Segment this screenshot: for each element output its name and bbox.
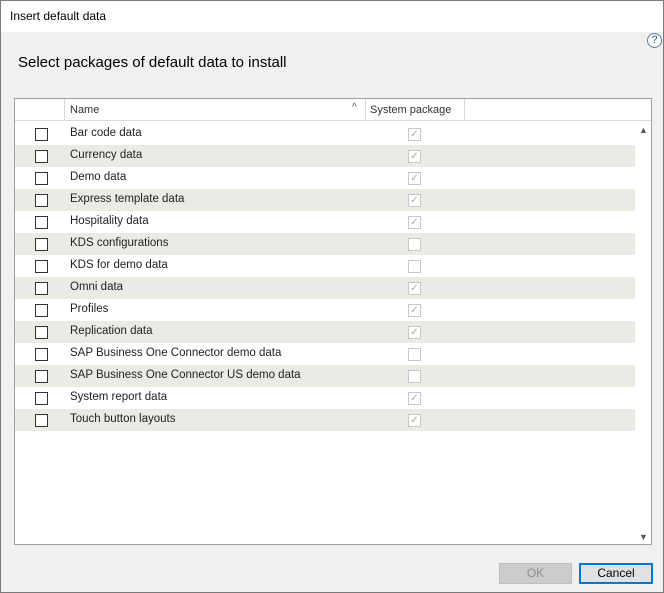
package-name: Hospitality data — [70, 215, 149, 227]
select-checkbox[interactable] — [35, 414, 48, 427]
dialog-header: Select packages of default data to insta… — [1, 32, 663, 93]
select-checkbox[interactable] — [35, 238, 48, 251]
select-checkbox[interactable] — [35, 392, 48, 405]
package-name: System report data — [70, 391, 168, 403]
package-name: Bar code data — [70, 127, 142, 139]
select-checkbox[interactable] — [35, 326, 48, 339]
package-name: Demo data — [70, 171, 127, 183]
select-checkbox[interactable] — [35, 348, 48, 361]
table-row[interactable]: SAP Business One Connector US demo data — [15, 365, 635, 387]
package-name: Express template data — [70, 193, 185, 205]
system-package-checkbox: ✓ — [408, 304, 421, 317]
vertical-scrollbar[interactable]: ▲ ▼ — [636, 123, 651, 544]
scroll-down-icon[interactable]: ▼ — [639, 532, 648, 542]
table-row[interactable]: Hospitality data ✓ — [15, 211, 635, 233]
table-row[interactable]: Demo data ✓ — [15, 167, 635, 189]
system-package-checkbox: ✓ — [408, 282, 421, 295]
package-name: Touch button layouts — [70, 413, 176, 425]
dialog-window: Insert default data Select packages of d… — [0, 0, 664, 593]
system-package-checkbox: ✓ — [408, 414, 421, 427]
grid-rows: Bar code data ✓ Currency data ✓ Demo data ✓ Ex… — [15, 123, 635, 431]
table-row[interactable]: SAP Business One Connector demo data — [15, 343, 635, 365]
system-package-checkbox: ✓ — [408, 326, 421, 339]
package-name: SAP Business One Connector demo data — [70, 347, 282, 359]
system-package-checkbox: ✓ — [408, 128, 421, 141]
table-row[interactable]: System report data ✓ — [15, 387, 635, 409]
system-package-checkbox: ✓ — [408, 194, 421, 207]
table-row[interactable]: Express template data ✓ — [15, 189, 635, 211]
table-row[interactable]: Replication data ✓ — [15, 321, 635, 343]
package-name: SAP Business One Connector US demo data — [70, 369, 301, 381]
column-separator[interactable] — [64, 99, 65, 121]
system-package-checkbox — [408, 238, 421, 251]
table-row[interactable]: Omni data ✓ — [15, 277, 635, 299]
column-separator[interactable] — [464, 99, 465, 121]
table-row[interactable]: Bar code data ✓ — [15, 123, 635, 145]
column-header-name[interactable]: Name — [70, 104, 99, 116]
select-checkbox[interactable] — [35, 304, 48, 317]
table-row[interactable]: Touch button layouts ✓ — [15, 409, 635, 431]
help-icon[interactable]: ? — [647, 33, 662, 48]
select-checkbox[interactable] — [35, 216, 48, 229]
table-row[interactable]: KDS for demo data — [15, 255, 635, 277]
title-bar: Insert default data — [1, 1, 663, 32]
scroll-up-icon[interactable]: ▲ — [639, 125, 648, 135]
package-name: Omni data — [70, 281, 124, 293]
cancel-button[interactable]: Cancel — [579, 563, 653, 584]
system-package-checkbox: ✓ — [408, 392, 421, 405]
grid-header: Name ^ System package — [15, 99, 651, 121]
ok-button[interactable]: OK — [499, 563, 572, 584]
system-package-checkbox — [408, 348, 421, 361]
system-package-checkbox — [408, 260, 421, 273]
package-name: KDS configurations — [70, 237, 169, 249]
package-name: Profiles — [70, 303, 109, 315]
table-row[interactable]: Currency data ✓ — [15, 145, 635, 167]
select-checkbox[interactable] — [35, 370, 48, 383]
window-title: Insert default data — [10, 9, 107, 23]
table-row[interactable]: Profiles ✓ — [15, 299, 635, 321]
system-package-checkbox: ✓ — [408, 216, 421, 229]
package-name: KDS for demo data — [70, 259, 168, 271]
system-package-checkbox: ✓ — [408, 172, 421, 185]
select-checkbox[interactable] — [35, 260, 48, 273]
page-title: Select packages of default data to insta… — [18, 54, 287, 71]
system-package-checkbox — [408, 370, 421, 383]
column-header-system-package[interactable]: System package — [370, 104, 451, 116]
select-checkbox[interactable] — [35, 150, 48, 163]
sort-ascending-icon: ^ — [352, 102, 357, 113]
select-checkbox[interactable] — [35, 194, 48, 207]
select-checkbox[interactable] — [35, 172, 48, 185]
select-checkbox[interactable] — [35, 128, 48, 141]
select-checkbox[interactable] — [35, 282, 48, 295]
column-separator[interactable] — [365, 99, 366, 121]
package-name: Currency data — [70, 149, 143, 161]
packages-grid: Name ^ System package Bar code data ✓ Curr… — [14, 98, 652, 545]
package-name: Replication data — [70, 325, 153, 337]
system-package-checkbox: ✓ — [408, 150, 421, 163]
table-row[interactable]: KDS configurations — [15, 233, 635, 255]
